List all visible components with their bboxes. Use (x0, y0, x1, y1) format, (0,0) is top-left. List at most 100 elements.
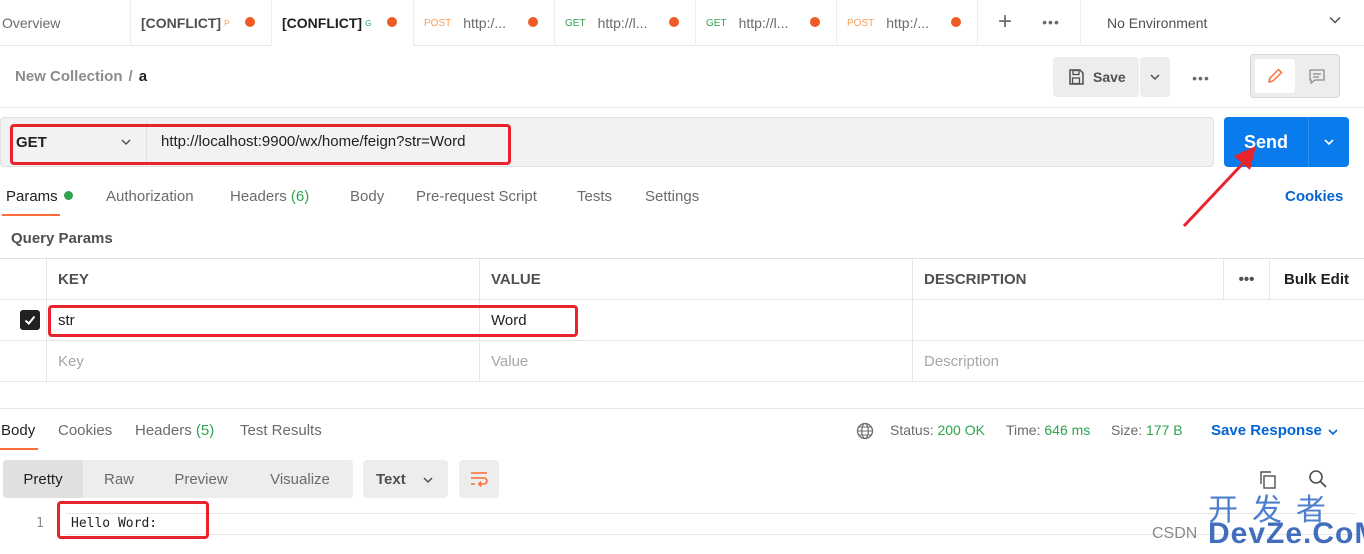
tab-method-badge: G (365, 18, 372, 28)
unsaved-dot (528, 17, 538, 27)
save-response-button[interactable]: Save Response (1211, 422, 1322, 439)
column-description: DESCRIPTION (912, 259, 1223, 300)
request-header: New Collection / a Save ••• (0, 46, 1364, 108)
response-format-tabs: Pretty Raw Preview Visualize (3, 460, 353, 498)
request-more-icon[interactable]: ••• (1186, 66, 1216, 90)
format-preview[interactable]: Preview (155, 460, 247, 498)
tab-title: http://l... (738, 15, 789, 31)
response-header: Body Cookies Headers (5) Test Results St… (0, 408, 1364, 450)
response-time[interactable]: Time: 646 ms (1006, 422, 1090, 438)
comment-icon (1309, 69, 1325, 85)
tab-tests[interactable]: Tests (577, 188, 612, 205)
request-tabs: Params Authorization Headers (6) Body Pr… (0, 178, 1364, 218)
size-value: 177 B (1146, 422, 1183, 438)
request-tab-bar: Overview [CONFLICT] P [CONFLICT] G POST … (0, 0, 1364, 46)
language-value: Text (376, 470, 406, 488)
tab-params-label: Params (6, 188, 58, 205)
tab-title: Overview (2, 15, 61, 31)
column-options-icon[interactable]: ••• (1223, 259, 1269, 300)
new-param-key-input[interactable]: Key (46, 341, 479, 382)
tab-title: [CONFLICT] (141, 15, 222, 31)
breadcrumb-request[interactable]: a (139, 68, 147, 85)
language-select[interactable]: Text (363, 460, 448, 498)
tab-conflict-get[interactable]: [CONFLICT] G (272, 0, 414, 46)
tab-post-request[interactable]: POST http:/... (837, 0, 978, 46)
table-row: Key Value Description (0, 341, 1364, 382)
tab-authorization[interactable]: Authorization (106, 188, 194, 205)
chevron-down-icon[interactable] (1327, 426, 1339, 438)
tab-get-request[interactable]: GET http://l... (555, 0, 696, 46)
environment-label: No Environment (1107, 15, 1208, 31)
table-header: KEY VALUE DESCRIPTION ••• Bulk Edit (0, 259, 1364, 300)
tab-method-badge: POST (847, 17, 875, 29)
wrap-lines-button[interactable] (459, 460, 499, 498)
format-raw[interactable]: Raw (83, 460, 155, 498)
send-options-button[interactable] (1308, 117, 1349, 167)
param-enabled-checkbox[interactable] (20, 310, 40, 330)
watermark-devze-text: DevZe.CoM (1208, 517, 1364, 550)
headers-count: (6) (290, 188, 310, 205)
tab-prerequest-script[interactable]: Pre-request Script (416, 188, 537, 205)
tab-body[interactable]: Body (350, 188, 384, 205)
response-status[interactable]: Status: 200 OK (890, 422, 985, 438)
new-param-value-input[interactable]: Value (479, 341, 912, 382)
query-params-title: Query Params (11, 230, 113, 247)
tab-get-request[interactable]: GET http://l... (696, 0, 837, 46)
annotation-box-response (57, 501, 209, 539)
tab-conflict-post[interactable]: [CONFLICT] P (131, 0, 272, 46)
tab-title: http://l... (597, 15, 648, 31)
tab-settings[interactable]: Settings (645, 188, 699, 205)
unsaved-dot (387, 17, 397, 27)
tab-method-badge: GET (706, 17, 727, 29)
watermark-csdn-text: CSDN (1152, 525, 1198, 542)
breadcrumb-collection[interactable]: New Collection (15, 68, 123, 85)
tab-title: http:/... (886, 15, 930, 31)
save-icon (1069, 69, 1084, 85)
chevron-down-icon (1329, 16, 1341, 24)
tab-headers[interactable]: Headers (6) (230, 188, 309, 205)
tab-title: [CONFLICT] (282, 15, 363, 31)
breadcrumb: New Collection / a (15, 68, 147, 85)
view-mode-toggle (1250, 54, 1340, 98)
unsaved-dot (810, 17, 820, 27)
response-headers-count: (5) (195, 422, 215, 439)
edit-mode-button[interactable] (1255, 59, 1295, 93)
response-tab-test-results[interactable]: Test Results (240, 422, 322, 439)
globe-icon[interactable] (856, 422, 874, 440)
tab-method-badge: POST (424, 17, 452, 29)
save-options-button[interactable] (1140, 57, 1170, 97)
cookies-link[interactable]: Cookies (1285, 188, 1343, 205)
response-size[interactable]: Size: 177 B (1111, 422, 1183, 438)
chevron-down-icon (1324, 139, 1334, 146)
new-param-description-input[interactable]: Description (912, 341, 1364, 382)
pencil-icon (1267, 68, 1283, 84)
response-tab-headers[interactable]: Headers (5) (135, 422, 214, 439)
save-button[interactable]: Save (1053, 57, 1139, 97)
status-value: 200 OK (937, 422, 985, 438)
format-visualize[interactable]: Visualize (247, 460, 353, 498)
unsaved-dot (669, 17, 679, 27)
size-label: Size: (1111, 422, 1143, 438)
chevron-down-icon (1150, 74, 1160, 81)
response-tab-cookies[interactable]: Cookies (58, 422, 112, 439)
tabs-more-icon[interactable]: ••• (1036, 10, 1066, 34)
tab-overview[interactable]: Overview (0, 0, 131, 46)
param-description-input[interactable] (912, 300, 1364, 341)
tab-params[interactable]: Params (6, 188, 73, 205)
tab-post-request[interactable]: POST http:/... (414, 0, 555, 46)
format-pretty[interactable]: Pretty (3, 460, 83, 498)
new-tab-plus-icon[interactable]: + (988, 8, 1022, 36)
environment-select[interactable]: No Environment (1080, 0, 1364, 46)
unsaved-dot (951, 17, 961, 27)
response-active-tab-indicator (0, 448, 38, 450)
comments-button[interactable] (1297, 59, 1337, 93)
tab-headers-label: Headers (230, 188, 287, 205)
annotation-box-url (10, 124, 511, 165)
bulk-edit-button[interactable]: Bulk Edit (1269, 259, 1364, 300)
tab-method-badge: P (224, 18, 230, 28)
time-label: Time: (1006, 422, 1041, 438)
save-label: Save (1093, 69, 1126, 85)
column-key: KEY (46, 259, 479, 300)
response-tab-body[interactable]: Body (1, 422, 35, 439)
wrap-lines-icon (471, 472, 488, 487)
